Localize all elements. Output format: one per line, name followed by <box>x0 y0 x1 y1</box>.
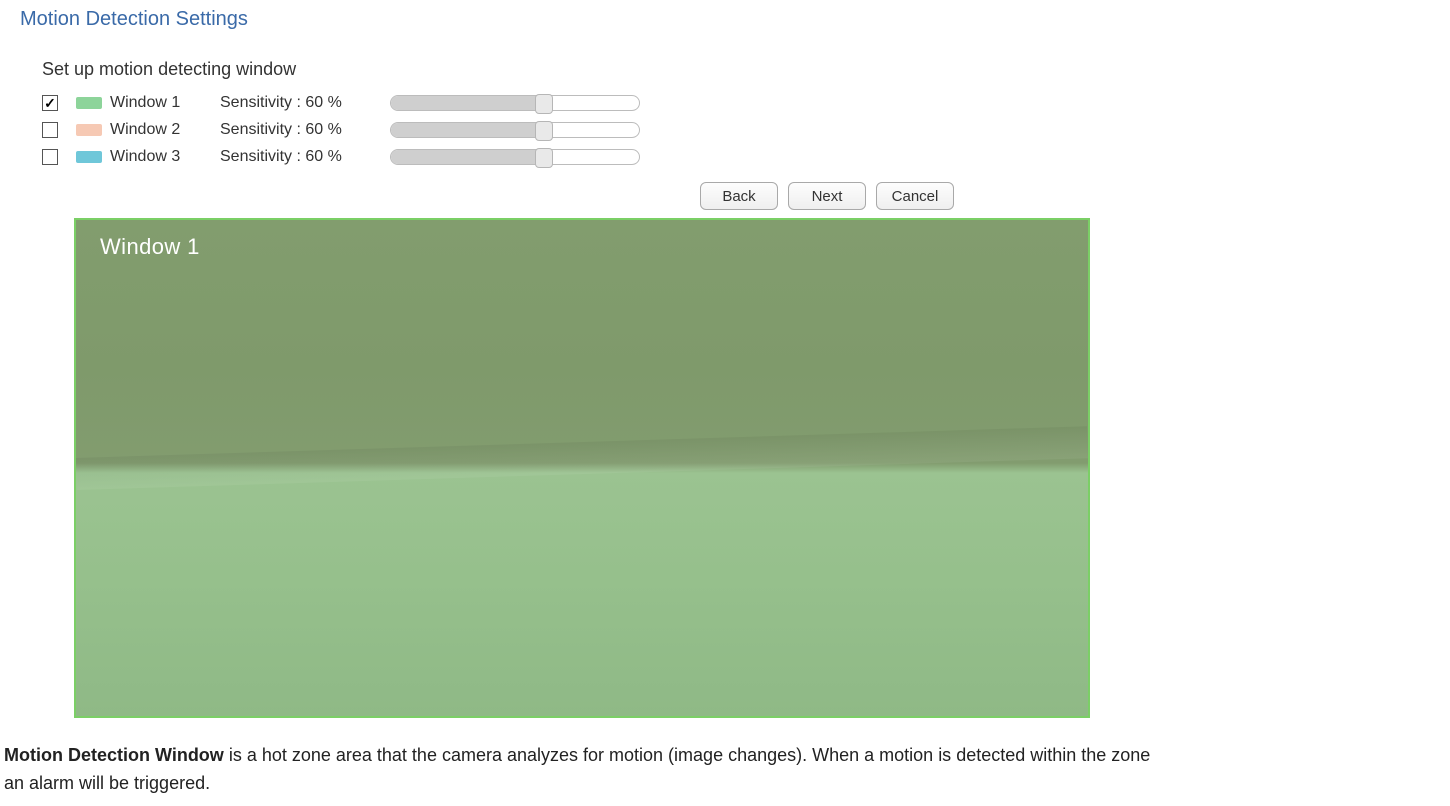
window-2-sensitivity-slider[interactable] <box>390 122 640 138</box>
explanatory-text: Motion Detection Window is a hot zone ar… <box>0 742 1450 798</box>
window-row-3: Window 3 Sensitivity : 60 % <box>42 144 1450 170</box>
window-1-sensitivity-label: Sensitivity : 60 % <box>220 94 390 112</box>
window-1-color-swatch <box>76 97 102 109</box>
slider-thumb-icon[interactable] <box>535 94 553 114</box>
camera-preview-area[interactable]: Window 1 <box>74 218 1090 718</box>
window-3-sensitivity-slider[interactable] <box>390 149 640 165</box>
window-2-label: Window 2 <box>110 121 220 139</box>
window-1-label: Window 1 <box>110 94 220 112</box>
slider-fill <box>391 123 540 137</box>
section-subtitle: Set up motion detecting window <box>0 31 1450 90</box>
slider-thumb-icon[interactable] <box>535 121 553 141</box>
window-1-sensitivity-slider[interactable] <box>390 95 640 111</box>
slider-fill <box>391 150 540 164</box>
preview-window-caption: Window 1 <box>100 234 200 260</box>
next-button[interactable]: Next <box>788 182 866 210</box>
cancel-button[interactable]: Cancel <box>876 182 954 210</box>
windows-config-list: Window 1 Sensitivity : 60 % Window 2 Sen… <box>0 90 1450 170</box>
slider-fill <box>391 96 540 110</box>
window-2-sensitivity-label: Sensitivity : 60 % <box>220 121 390 139</box>
explain-line-2: an alarm will be triggered. <box>4 773 210 793</box>
explain-line-1: is a hot zone area that the camera analy… <box>224 745 1151 765</box>
back-button[interactable]: Back <box>700 182 778 210</box>
camera-preview-image <box>76 220 1088 716</box>
window-2-checkbox[interactable] <box>42 122 58 138</box>
window-1-checkbox[interactable] <box>42 95 58 111</box>
window-2-color-swatch <box>76 124 102 136</box>
slider-thumb-icon[interactable] <box>535 148 553 168</box>
explain-bold-term: Motion Detection Window <box>4 745 224 765</box>
window-3-label: Window 3 <box>110 148 220 166</box>
window-3-checkbox[interactable] <box>42 149 58 165</box>
window-row-2: Window 2 Sensitivity : 60 % <box>42 117 1450 143</box>
window-3-sensitivity-label: Sensitivity : 60 % <box>220 148 390 166</box>
window-row-1: Window 1 Sensitivity : 60 % <box>42 90 1450 116</box>
page-title: Motion Detection Settings <box>0 0 1450 31</box>
window-3-color-swatch <box>76 151 102 163</box>
wizard-button-row: Back Next Cancel <box>0 182 1450 210</box>
